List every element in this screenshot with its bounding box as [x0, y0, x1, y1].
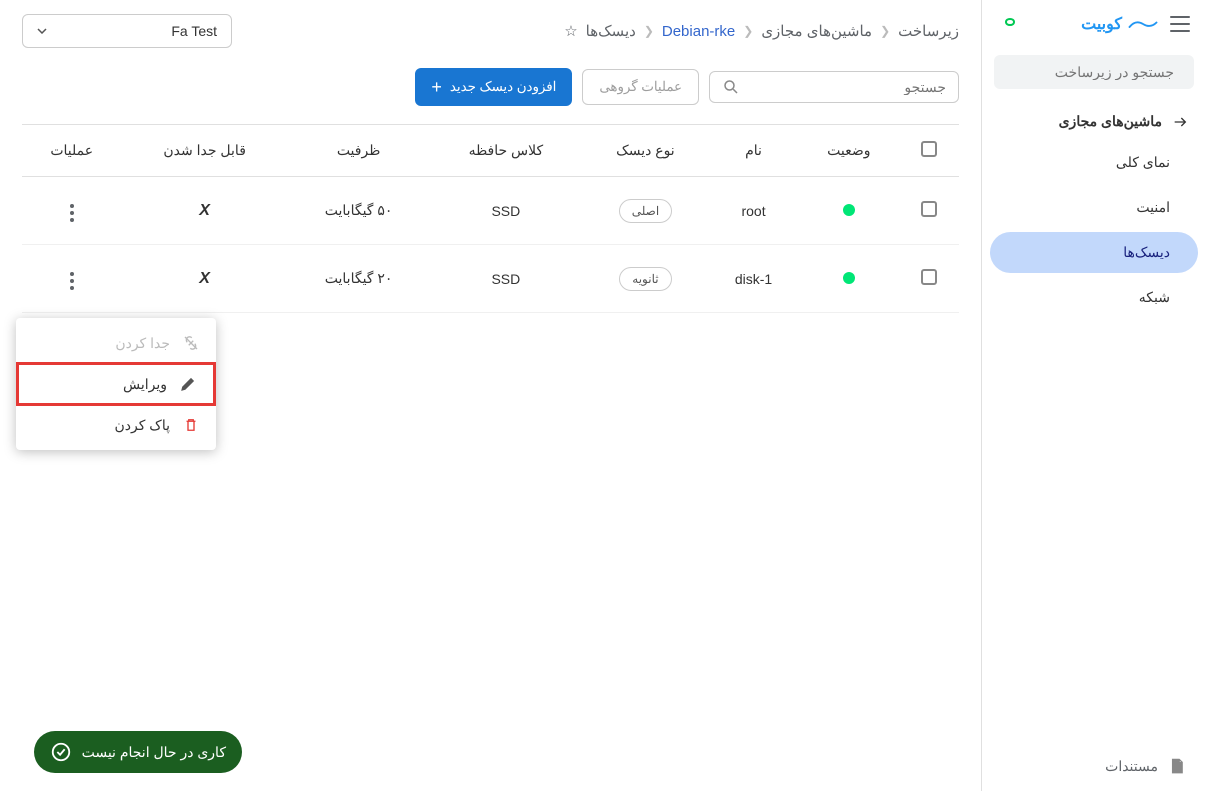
add-disk-label: افزودن دیسک جدید — [450, 79, 556, 95]
table-search-input[interactable] — [748, 79, 946, 95]
crumb-disks[interactable]: دیسک‌ها — [586, 22, 636, 40]
add-disk-button[interactable]: افزودن دیسک جدید + — [415, 68, 572, 106]
document-icon — [1168, 757, 1186, 775]
menu-delete-label: پاک کردن — [32, 417, 170, 434]
sidebar-item-network[interactable]: شبکه — [990, 277, 1198, 318]
docs-label: مستندات — [1105, 758, 1158, 775]
row-checkbox[interactable] — [921, 269, 937, 285]
status-text: کاری در حال انجام نیست — [82, 744, 226, 761]
brand-name: کوبیت — [1081, 14, 1122, 34]
col-ops: عملیات — [22, 125, 121, 177]
cell-name: disk-1 — [708, 245, 798, 313]
table-row: root اصلی SSD ۵۰ گیگابایت X — [22, 177, 959, 245]
secondary-logo[interactable] — [998, 10, 1022, 37]
sidebar-nav-title[interactable]: ماشین‌های مجازی — [982, 103, 1206, 140]
sidebar-search-input[interactable] — [993, 64, 1174, 80]
star-icon[interactable]: ☆ — [564, 22, 577, 40]
project-label: Fa Test — [171, 23, 217, 39]
hamburger-menu-icon[interactable] — [1170, 16, 1190, 32]
table-row: disk-1 ثانویه SSD ۲۰ گیگابایت X — [22, 245, 959, 313]
col-detachable: قابل جدا شدن — [121, 125, 288, 177]
menu-edit[interactable]: ویرایش — [16, 362, 216, 406]
project-selector[interactable]: Fa Test — [22, 14, 232, 48]
menu-detach-label: جدا کردن — [32, 335, 170, 352]
crumb-infra[interactable]: زیرساخت — [898, 22, 959, 40]
check-circle-icon — [50, 741, 72, 763]
cell-class: SSD — [429, 245, 582, 313]
wave-icon — [1128, 15, 1158, 33]
x-icon: X — [199, 270, 210, 287]
unlink-icon — [182, 334, 200, 352]
menu-edit-label: ویرایش — [35, 376, 167, 393]
sidebar-item-security[interactable]: امنیت — [990, 187, 1198, 228]
chevron-left-icon: ❮ — [644, 24, 654, 38]
nav-title-label: ماشین‌های مجازی — [1059, 113, 1162, 130]
col-capacity: ظرفیت — [288, 125, 429, 177]
pencil-icon — [179, 375, 197, 393]
row-checkbox[interactable] — [921, 201, 937, 217]
row-actions-menu[interactable] — [66, 200, 78, 226]
disk-type-badge: ثانویه — [619, 267, 671, 291]
row-actions-menu[interactable] — [66, 268, 78, 294]
menu-detach: جدا کردن — [16, 324, 216, 362]
col-name: نام — [708, 125, 798, 177]
row-context-menu: جدا کردن ویرایش پاک کردن — [16, 318, 216, 450]
cell-capacity: ۲۰ گیگابایت — [288, 245, 429, 313]
plus-icon: + — [431, 78, 442, 96]
caret-down-icon — [37, 28, 47, 34]
disk-type-badge: اصلی — [619, 199, 673, 223]
status-active-icon — [843, 272, 855, 284]
sidebar-item-disks[interactable]: دیسک‌ها — [990, 232, 1198, 273]
col-status: وضعیت — [799, 125, 899, 177]
chevron-left-icon: ❮ — [743, 24, 753, 38]
sidebar: کوبیت ماشین‌های مجازی نمای کلی امنیت دیس… — [981, 0, 1206, 791]
brand-logo[interactable]: کوبیت — [1081, 14, 1158, 34]
docs-link[interactable]: مستندات — [982, 741, 1206, 791]
crumb-instance[interactable]: Debian-rke — [662, 23, 735, 40]
col-class: کلاس حافظه — [429, 125, 582, 177]
arrow-right-icon — [1172, 114, 1188, 130]
cell-class: SSD — [429, 177, 582, 245]
status-active-icon — [843, 204, 855, 216]
breadcrumb: زیرساخت ❮ ماشین‌های مجازی ❮ Debian-rke ❮… — [564, 22, 959, 40]
bulk-actions-button[interactable]: عملیات گروهی — [582, 69, 699, 105]
col-type: نوع دیسک — [582, 125, 708, 177]
link-icon — [998, 10, 1022, 34]
x-icon: X — [199, 202, 210, 219]
cell-name: root — [708, 177, 798, 245]
cell-capacity: ۵۰ گیگابایت — [288, 177, 429, 245]
trash-icon — [182, 416, 200, 434]
chevron-left-icon: ❮ — [880, 24, 890, 38]
search-icon — [722, 78, 740, 96]
disks-table: وضعیت نام نوع دیسک کلاس حافظه ظرفیت قابل… — [22, 124, 959, 313]
select-all-checkbox[interactable] — [921, 141, 937, 157]
sidebar-item-overview[interactable]: نمای کلی — [990, 142, 1198, 183]
job-status-pill[interactable]: کاری در حال انجام نیست — [34, 731, 242, 773]
crumb-vms[interactable]: ماشین‌های مجازی — [761, 22, 872, 40]
sidebar-search[interactable] — [994, 55, 1194, 89]
table-search[interactable] — [709, 71, 959, 103]
menu-delete[interactable]: پاک کردن — [16, 406, 216, 444]
